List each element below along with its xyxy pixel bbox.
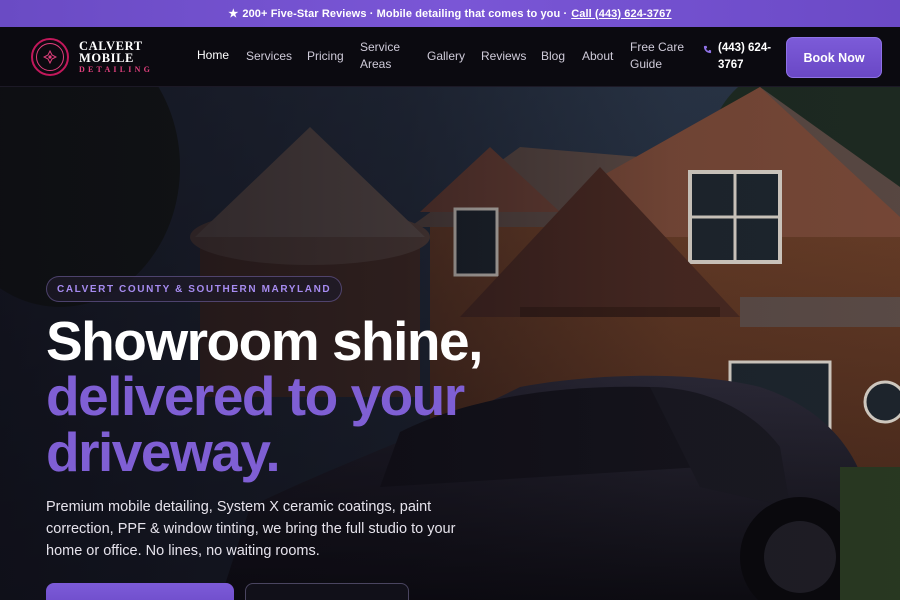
brand-name[interactable]: CALVERT MOBILE DETAILING <box>79 40 153 76</box>
phone-icon <box>703 45 712 54</box>
logo-emblem-icon <box>36 43 64 71</box>
nav-service-areas[interactable]: Service Areas <box>360 39 400 73</box>
nav-services[interactable]: Services <box>246 48 292 65</box>
headline-line-3: driveway. <box>46 421 281 483</box>
headline-line-1: Showroom shine, <box>46 310 483 372</box>
announcement-text: 200+ Five-Star Reviews · Mobile detailin… <box>242 7 568 20</box>
announcement-bar: ★ 200+ Five-Star Reviews · Mobile detail… <box>0 0 900 27</box>
brand-line-3: DETAILING <box>79 65 153 74</box>
phone-line-2: 3767 <box>718 59 744 71</box>
nav-gallery[interactable]: Gallery <box>427 48 465 65</box>
book-now-button[interactable]: Book Now <box>786 37 882 78</box>
nav-service-areas-line1: Service <box>360 40 401 54</box>
region-badge: CALVERT COUNTY & SOUTHERN MARYLAND <box>46 276 343 302</box>
nav-home[interactable]: Home <box>197 47 229 64</box>
phone-line-1: (443) 624- <box>718 42 772 54</box>
nav-free-care-line2: Guide <box>630 57 663 71</box>
primary-cta-button[interactable] <box>46 583 234 600</box>
nav-pricing[interactable]: Pricing <box>307 48 344 65</box>
nav-free-care-guide[interactable]: Free Care Guide <box>630 39 684 73</box>
star-icon: ★ <box>228 8 239 20</box>
headline-line-2: delivered to your <box>46 365 465 427</box>
nav-free-care-line1: Free Care <box>630 40 685 54</box>
nav-service-areas-line2: Areas <box>360 57 392 71</box>
secondary-cta-button[interactable] <box>245 583 409 600</box>
nav-blog[interactable]: Blog <box>541 48 565 65</box>
brand-line-2: MOBILE <box>79 51 134 65</box>
hero-subtext: Premium mobile detailing, System X ceram… <box>46 499 456 559</box>
nav-about[interactable]: About <box>582 48 613 65</box>
nav-reviews[interactable]: Reviews <box>481 48 526 65</box>
call-link[interactable]: Call (443) 624-3767 <box>571 8 671 20</box>
logo[interactable] <box>31 38 69 76</box>
